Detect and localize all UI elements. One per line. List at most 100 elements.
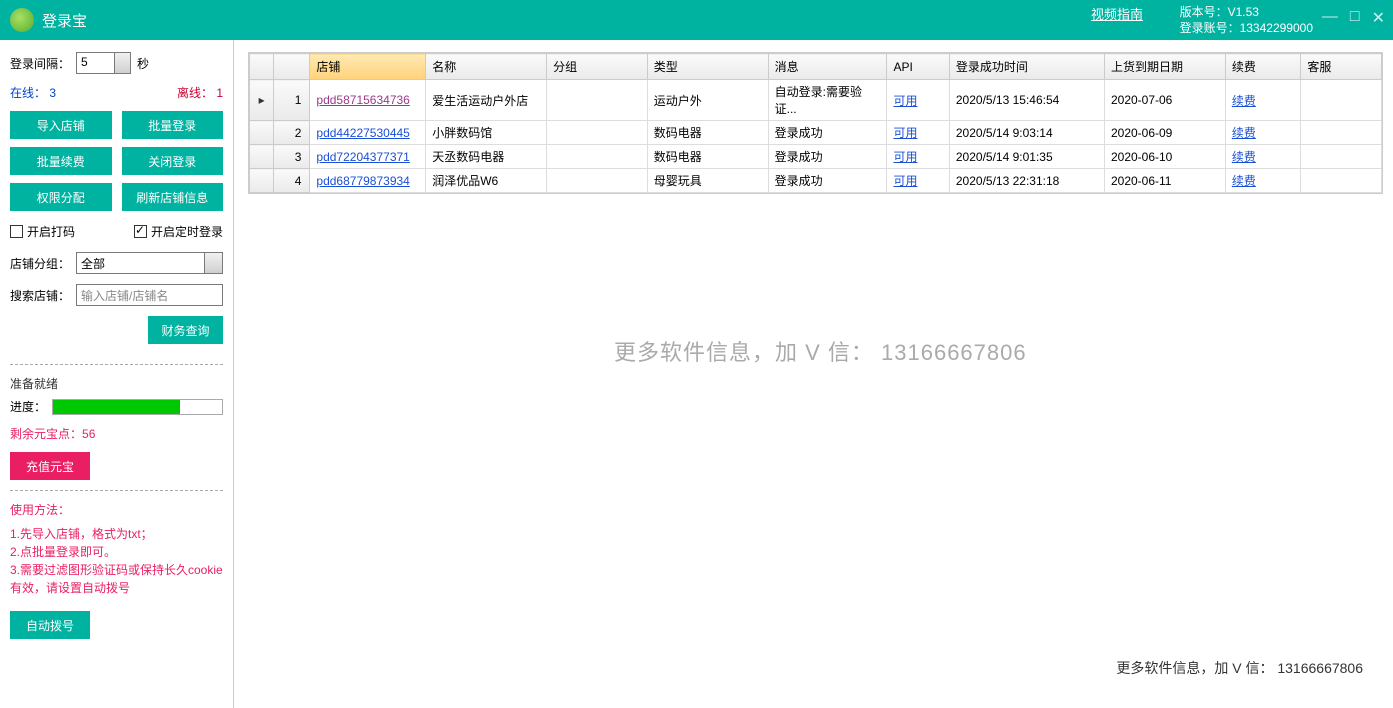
header-info: 版本号：V1.53 登录账号：13342299000: [1180, 4, 1313, 36]
cell-message: 登录成功: [768, 169, 887, 193]
cell-expire: 2020-06-11: [1104, 169, 1225, 193]
cell-shop[interactable]: pdd58715634736: [310, 80, 426, 121]
cell-expire: 2020-07-06: [1104, 80, 1225, 121]
progress-label: 进度：: [10, 398, 46, 415]
table-row[interactable]: 3pdd72204377371天丞数码电器 数码电器登录成功可用2020/5/14…: [250, 145, 1382, 169]
progress-bar: [52, 399, 223, 415]
offline-count: 离线： 1: [177, 84, 223, 101]
ready-label: 准备就绪: [10, 375, 223, 392]
row-number: 4: [274, 169, 310, 193]
seconds-label: 秒: [137, 55, 149, 72]
cell-group: [547, 121, 648, 145]
cell-message: 自动登录:需要验证...: [768, 80, 887, 121]
cell-type: 数码电器: [647, 145, 768, 169]
cell-type: 运动户外: [647, 80, 768, 121]
close-login-button[interactable]: 关闭登录: [122, 147, 224, 175]
col-renew[interactable]: 续费: [1225, 54, 1301, 80]
cell-expire: 2020-06-09: [1104, 121, 1225, 145]
cell-renew[interactable]: 续费: [1225, 80, 1301, 121]
cell-shop[interactable]: pdd72204377371: [310, 145, 426, 169]
row-indicator: [250, 169, 274, 193]
watermark-bottom: 更多软件信息，加 V 信： 13166667806: [1116, 658, 1363, 678]
cell-cs: [1301, 121, 1382, 145]
refresh-shop-button[interactable]: 刷新店铺信息: [122, 183, 224, 211]
table-row[interactable]: 4pdd68779873934润泽优品W6 母婴玩具登录成功可用2020/5/13…: [250, 169, 1382, 193]
col-group[interactable]: 分组: [547, 54, 648, 80]
app-title: 登录宝: [42, 10, 87, 31]
cell-renew[interactable]: 续费: [1225, 145, 1301, 169]
interval-spinner[interactable]: 5: [76, 52, 131, 74]
cell-shop[interactable]: pdd44227530445: [310, 121, 426, 145]
batch-login-button[interactable]: 批量登录: [122, 111, 224, 139]
cell-name: 润泽优品W6: [426, 169, 547, 193]
maximize-icon[interactable]: □: [1350, 8, 1360, 28]
cell-cs: [1301, 169, 1382, 193]
minimize-icon[interactable]: —: [1322, 8, 1338, 28]
cell-type: 数码电器: [647, 121, 768, 145]
online-count: 在线： 3: [10, 84, 56, 101]
cell-message: 登录成功: [768, 145, 887, 169]
row-indicator: ▸: [250, 80, 274, 121]
autodial-button[interactable]: 自动拨号: [10, 611, 90, 639]
main-area: 店铺 名称 分组 类型 消息 API 登录成功时间 上货到期日期 续费 客服 ▸…: [234, 40, 1393, 708]
cell-api[interactable]: 可用: [887, 80, 949, 121]
close-icon[interactable]: ✕: [1372, 8, 1385, 28]
cell-type: 母婴玩具: [647, 169, 768, 193]
title-bar: 登录宝 视频指南 版本号：V1.53 登录账号：13342299000 — □ …: [0, 0, 1393, 40]
points-label: 剩余元宝点：56: [10, 425, 223, 442]
shop-table: 店铺 名称 分组 类型 消息 API 登录成功时间 上货到期日期 续费 客服 ▸…: [249, 53, 1382, 193]
cell-group: [547, 145, 648, 169]
col-cs[interactable]: 客服: [1301, 54, 1382, 80]
cell-time: 2020/5/14 9:01:35: [949, 145, 1104, 169]
video-guide-link[interactable]: 视频指南: [1091, 4, 1143, 23]
cell-cs: [1301, 80, 1382, 121]
cell-renew[interactable]: 续费: [1225, 121, 1301, 145]
cell-group: [547, 169, 648, 193]
sidebar: 登录间隔： 5 秒 在线： 3 离线： 1 导入店铺 批量登录 批量续费 关闭登…: [0, 40, 234, 708]
recharge-button[interactable]: 充值元宝: [10, 452, 90, 480]
cell-api[interactable]: 可用: [887, 121, 949, 145]
cell-cs: [1301, 145, 1382, 169]
col-type[interactable]: 类型: [647, 54, 768, 80]
batch-renew-button[interactable]: 批量续费: [10, 147, 112, 175]
col-name[interactable]: 名称: [426, 54, 547, 80]
row-number: 1: [274, 80, 310, 121]
col-expire[interactable]: 上货到期日期: [1104, 54, 1225, 80]
cell-name: 天丞数码电器: [426, 145, 547, 169]
cell-name: 爱生活运动户外店: [426, 80, 547, 121]
col-shop[interactable]: 店铺: [310, 54, 426, 80]
cell-renew[interactable]: 续费: [1225, 169, 1301, 193]
cell-time: 2020/5/13 22:31:18: [949, 169, 1104, 193]
table-corner[interactable]: [250, 54, 274, 80]
col-api[interactable]: API: [887, 54, 949, 80]
row-indicator: [250, 145, 274, 169]
cell-time: 2020/5/14 9:03:14: [949, 121, 1104, 145]
import-shop-button[interactable]: 导入店铺: [10, 111, 112, 139]
watermark-center: 更多软件信息，加 V 信： 13166667806: [614, 335, 1027, 367]
group-select[interactable]: 全部: [76, 252, 223, 274]
cell-time: 2020/5/13 15:46:54: [949, 80, 1104, 121]
search-label: 搜索店铺：: [10, 287, 70, 304]
cell-api[interactable]: 可用: [887, 145, 949, 169]
table-row[interactable]: ▸1pdd58715634736爱生活运动户外店 运动户外自动登录:需要验证...…: [250, 80, 1382, 121]
captcha-checkbox[interactable]: 开启打码: [10, 223, 75, 240]
row-number: 2: [274, 121, 310, 145]
col-login-time[interactable]: 登录成功时间: [949, 54, 1104, 80]
col-rownum[interactable]: [274, 54, 310, 80]
cell-expire: 2020-06-10: [1104, 145, 1225, 169]
table-row[interactable]: 2pdd44227530445小胖数码馆 数码电器登录成功可用2020/5/14 …: [250, 121, 1382, 145]
cell-name: 小胖数码馆: [426, 121, 547, 145]
cell-shop[interactable]: pdd68779873934: [310, 169, 426, 193]
finance-query-button[interactable]: 财务查询: [148, 316, 223, 344]
timed-login-checkbox[interactable]: 开启定时登录: [134, 223, 223, 240]
row-number: 3: [274, 145, 310, 169]
search-input[interactable]: 输入店铺/店铺名: [76, 284, 223, 306]
app-logo-icon: [10, 8, 34, 32]
col-message[interactable]: 消息: [768, 54, 887, 80]
interval-label: 登录间隔：: [10, 55, 70, 72]
group-label: 店铺分组：: [10, 255, 70, 272]
cell-message: 登录成功: [768, 121, 887, 145]
cell-api[interactable]: 可用: [887, 169, 949, 193]
permission-button[interactable]: 权限分配: [10, 183, 112, 211]
row-indicator: [250, 121, 274, 145]
